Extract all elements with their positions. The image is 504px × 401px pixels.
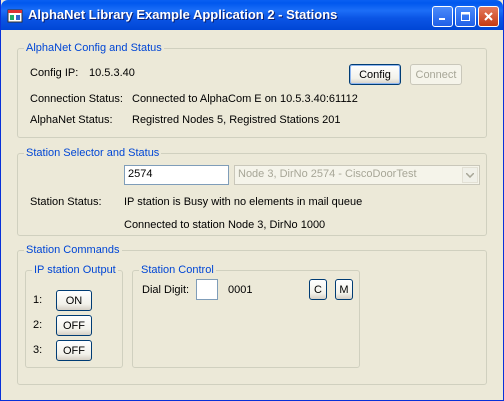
config-ip-label: Config IP: [30,67,79,79]
output-2-button[interactable]: OFF [56,315,92,336]
minimize-icon [439,18,445,20]
maximize-button[interactable] [455,6,476,27]
commands-group-legend: Station Commands [26,244,120,256]
config-button[interactable]: Config [349,64,401,85]
dial-digit-input[interactable] [196,279,218,300]
station-number-input[interactable]: 2574 [124,165,229,185]
maximize-icon [461,12,470,21]
station-select-value: Node 3, DirNo 2574 - CiscoDoorTest [238,168,417,180]
minimize-button[interactable] [432,6,453,27]
title-bar[interactable]: AlphaNet Library Example Application 2 -… [1,0,503,30]
selector-group-legend: Station Selector and Status [26,147,160,159]
output-group-legend: IP station Output [34,264,116,276]
dial-digit-label: Dial Digit: [142,284,190,296]
alphanet-status-label: AlphaNet Status: [30,114,113,126]
station-status-label: Station Status: [30,196,102,208]
connection-status-label: Connection Status: [30,93,123,105]
output-3-button[interactable]: OFF [56,340,92,361]
station-select[interactable]: Node 3, DirNo 2574 - CiscoDoorTest [234,165,480,185]
output-1-label: 1: [33,294,43,306]
dial-digit-display: 0001 [228,284,253,296]
alphanet-status-value: Registred Nodes 5, Registred Stations 20… [132,114,341,126]
close-icon [484,12,493,21]
close-button[interactable] [478,6,499,27]
station-status-value: IP station is Busy with no elements in m… [124,196,363,208]
app-icon [7,9,23,23]
chevron-down-icon [466,172,474,178]
station-connection-value: Connected to station Node 3, DirNo 1000 [124,219,326,231]
clear-button[interactable]: C [309,279,327,300]
output-1-button[interactable]: ON [56,290,92,311]
station-select-arrow[interactable] [462,167,478,183]
m-button[interactable]: M [335,279,353,300]
config-ip-value: 10.5.3.40 [89,67,135,79]
output-2-label: 2: [33,319,43,331]
connect-button[interactable]: Connect [410,64,462,85]
window-title: AlphaNet Library Example Application 2 -… [28,7,338,22]
connection-status-value: Connected to AlphaCom E on 10.5.3.40:611… [132,93,358,105]
control-group-legend: Station Control [141,264,214,276]
output-3-label: 3: [33,344,43,356]
config-group-legend: AlphaNet Config and Status [26,42,162,54]
main-window: AlphaNet Library Example Application 2 -… [0,0,504,401]
